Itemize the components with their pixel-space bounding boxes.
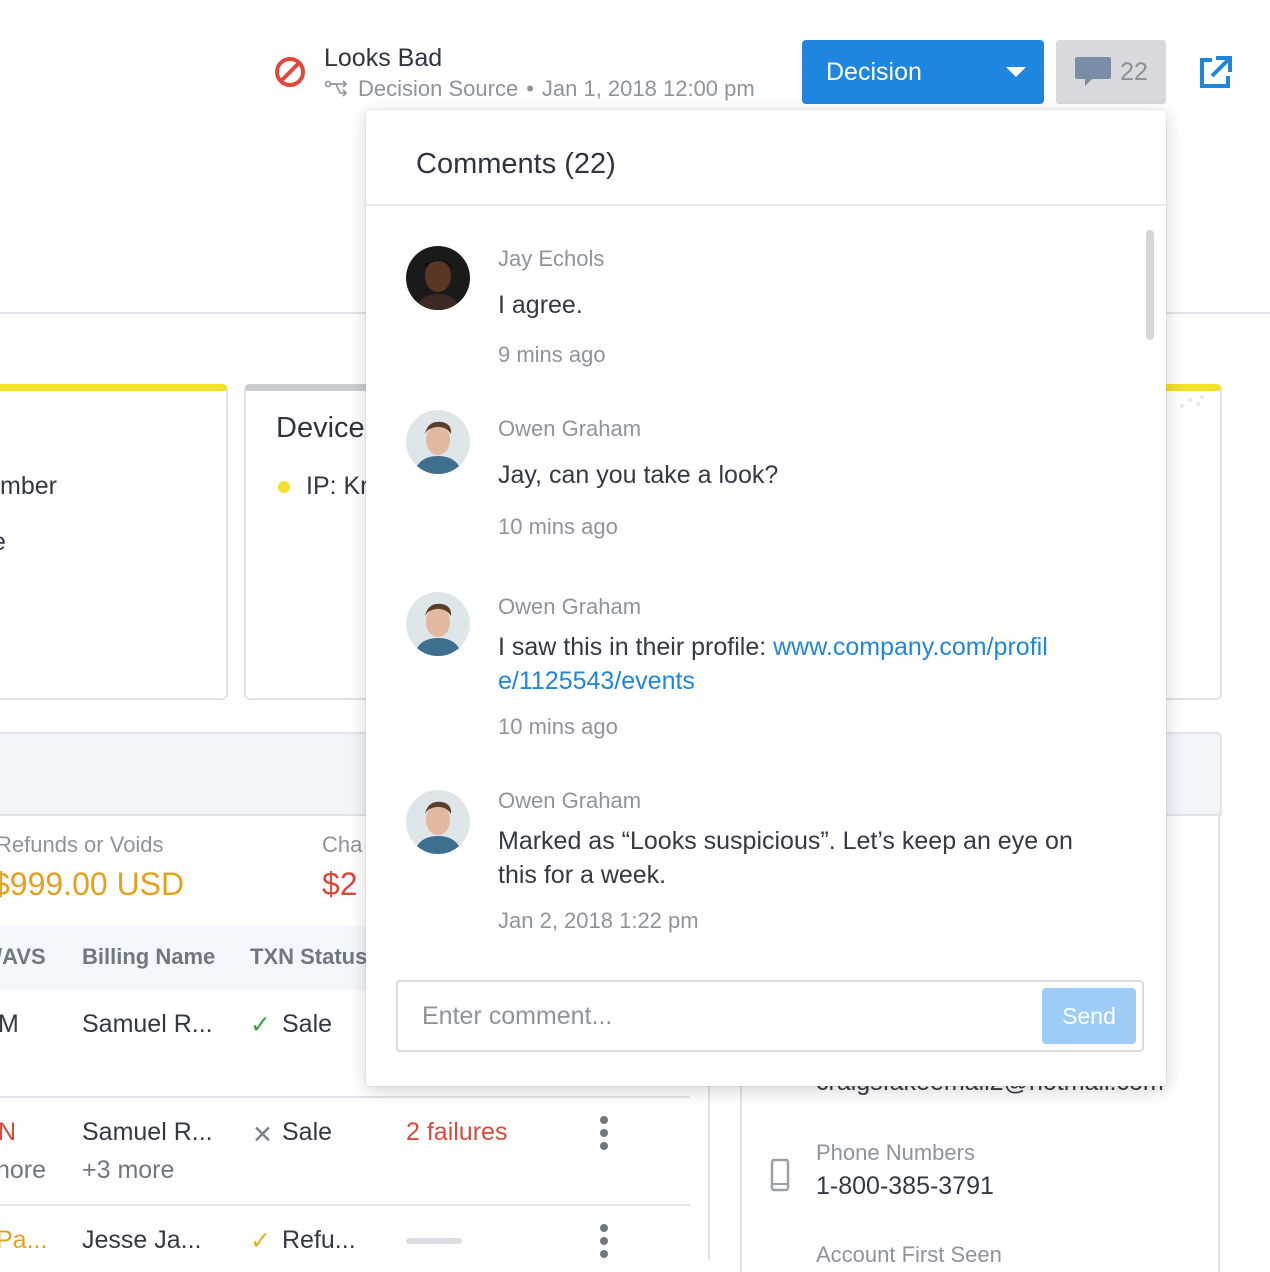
workflow-icon (324, 80, 348, 97)
column-header-billing-name[interactable]: Billing Name (82, 944, 215, 970)
failures-count[interactable]: 2 failures (406, 1118, 507, 1147)
avatar (406, 410, 470, 474)
comment-body: I saw this in their profile: www.company… (498, 630, 1058, 698)
phone-number-value: 1-800-385-3791 (816, 1172, 994, 1200)
transactions-panel-header (0, 732, 400, 816)
decision-timestamp: Jan 1, 2018 12:00 pm (541, 76, 755, 101)
table-cell: N (0, 1118, 17, 1146)
table-cell-billing-name: Samuel R... (82, 1118, 213, 1146)
comment-timestamp: Jan 2, 2018 1:22 pm (498, 908, 699, 933)
refunds-amount: $999.00 USD (0, 866, 185, 902)
check-icon: ✓ (250, 1227, 271, 1255)
blocked-icon (275, 57, 305, 87)
comment-bubble-icon (1075, 57, 1112, 86)
comment-timestamp: 10 mins ago (498, 514, 618, 539)
comment-author[interactable]: Jay Echols (498, 246, 604, 272)
caret-down-icon (1006, 67, 1026, 77)
comments-divider (366, 204, 1166, 206)
comment-timestamp: 10 mins ago (498, 714, 618, 739)
table-cell: M (0, 1010, 19, 1038)
external-link-icon[interactable] (1196, 54, 1234, 92)
column-header-txn-status[interactable]: TXN Status (250, 944, 367, 970)
comments-title: Comments (22) (416, 148, 616, 180)
comment-body: Marked as “Looks suspicious”. Let’s keep… (498, 827, 1073, 889)
chargebacks-label: Cha (322, 832, 363, 857)
decision-source-line: Decision Source • Jan 1, 2018 12:00 pm (324, 76, 755, 102)
column-header-avs[interactable]: /AVS (0, 944, 46, 970)
chargebacks-amount: $2 (322, 866, 358, 902)
send-button[interactable]: Send (1042, 988, 1136, 1044)
summary-card (0, 384, 228, 700)
decision-status-title: Looks Bad (324, 44, 443, 72)
empty-value-bar (406, 1238, 462, 1244)
comment-input[interactable] (396, 980, 1144, 1052)
decision-source-label[interactable]: Decision Source (358, 76, 518, 102)
decision-dropdown-button[interactable]: Decision (802, 40, 1044, 104)
comment-body-text: I saw this in their profile: (498, 633, 774, 661)
warning-dot-icon (278, 481, 290, 493)
decision-button-label: Decision (826, 57, 922, 86)
comment-body: Jay, can you take a look? (498, 461, 779, 489)
device-ip: IP: Kr (306, 472, 369, 500)
table-cell-status: Sale (282, 1010, 333, 1038)
map-dots-icon (1180, 395, 1204, 408)
comment-author[interactable]: Owen Graham (498, 594, 641, 620)
table-cell-more: nore (0, 1156, 47, 1184)
device-card-title: Device (276, 412, 365, 444)
summary-card-line: e (0, 528, 6, 557)
table-cell-status: Refu... (282, 1226, 356, 1254)
row-menu-icon[interactable] (600, 1116, 608, 1155)
phone-icon (770, 1158, 790, 1192)
phone-numbers-label: Phone Numbers (816, 1140, 975, 1165)
check-icon: ✓ (250, 1011, 271, 1039)
comment-author[interactable]: Owen Graham (498, 416, 641, 442)
comment-body: I agree. (498, 291, 583, 319)
row-divider (0, 1204, 690, 1206)
row-menu-icon[interactable] (600, 1224, 608, 1263)
table-cell-billing-name: Samuel R... (82, 1010, 213, 1038)
panel-divider (708, 1080, 710, 1260)
avatar (406, 790, 470, 854)
summary-card-line: mber (0, 472, 57, 500)
avatar (406, 592, 470, 656)
cross-icon: ✕ (252, 1121, 273, 1149)
table-cell-billing-name: Jesse Ja... (82, 1226, 202, 1254)
avatar (406, 246, 470, 310)
table-cell: Pa... (0, 1226, 48, 1254)
comments-popover: Comments (22) Jay Echols I agree. 9 mins… (366, 110, 1166, 1086)
comment-timestamp: 9 mins ago (498, 342, 606, 367)
separator-dot: • (526, 76, 534, 101)
comment-author[interactable]: Owen Graham (498, 788, 641, 814)
table-cell-status: Sale (282, 1118, 333, 1146)
more-names-link[interactable]: +3 more (82, 1156, 174, 1185)
comments-toggle-button[interactable]: 22 (1056, 40, 1166, 104)
refunds-label: Refunds or Voids (0, 832, 164, 857)
comment-count: 22 (1120, 57, 1148, 86)
account-first-seen-label: Account First Seen (816, 1242, 1002, 1267)
row-divider (0, 1096, 690, 1098)
scrollbar-thumb[interactable] (1146, 230, 1154, 340)
